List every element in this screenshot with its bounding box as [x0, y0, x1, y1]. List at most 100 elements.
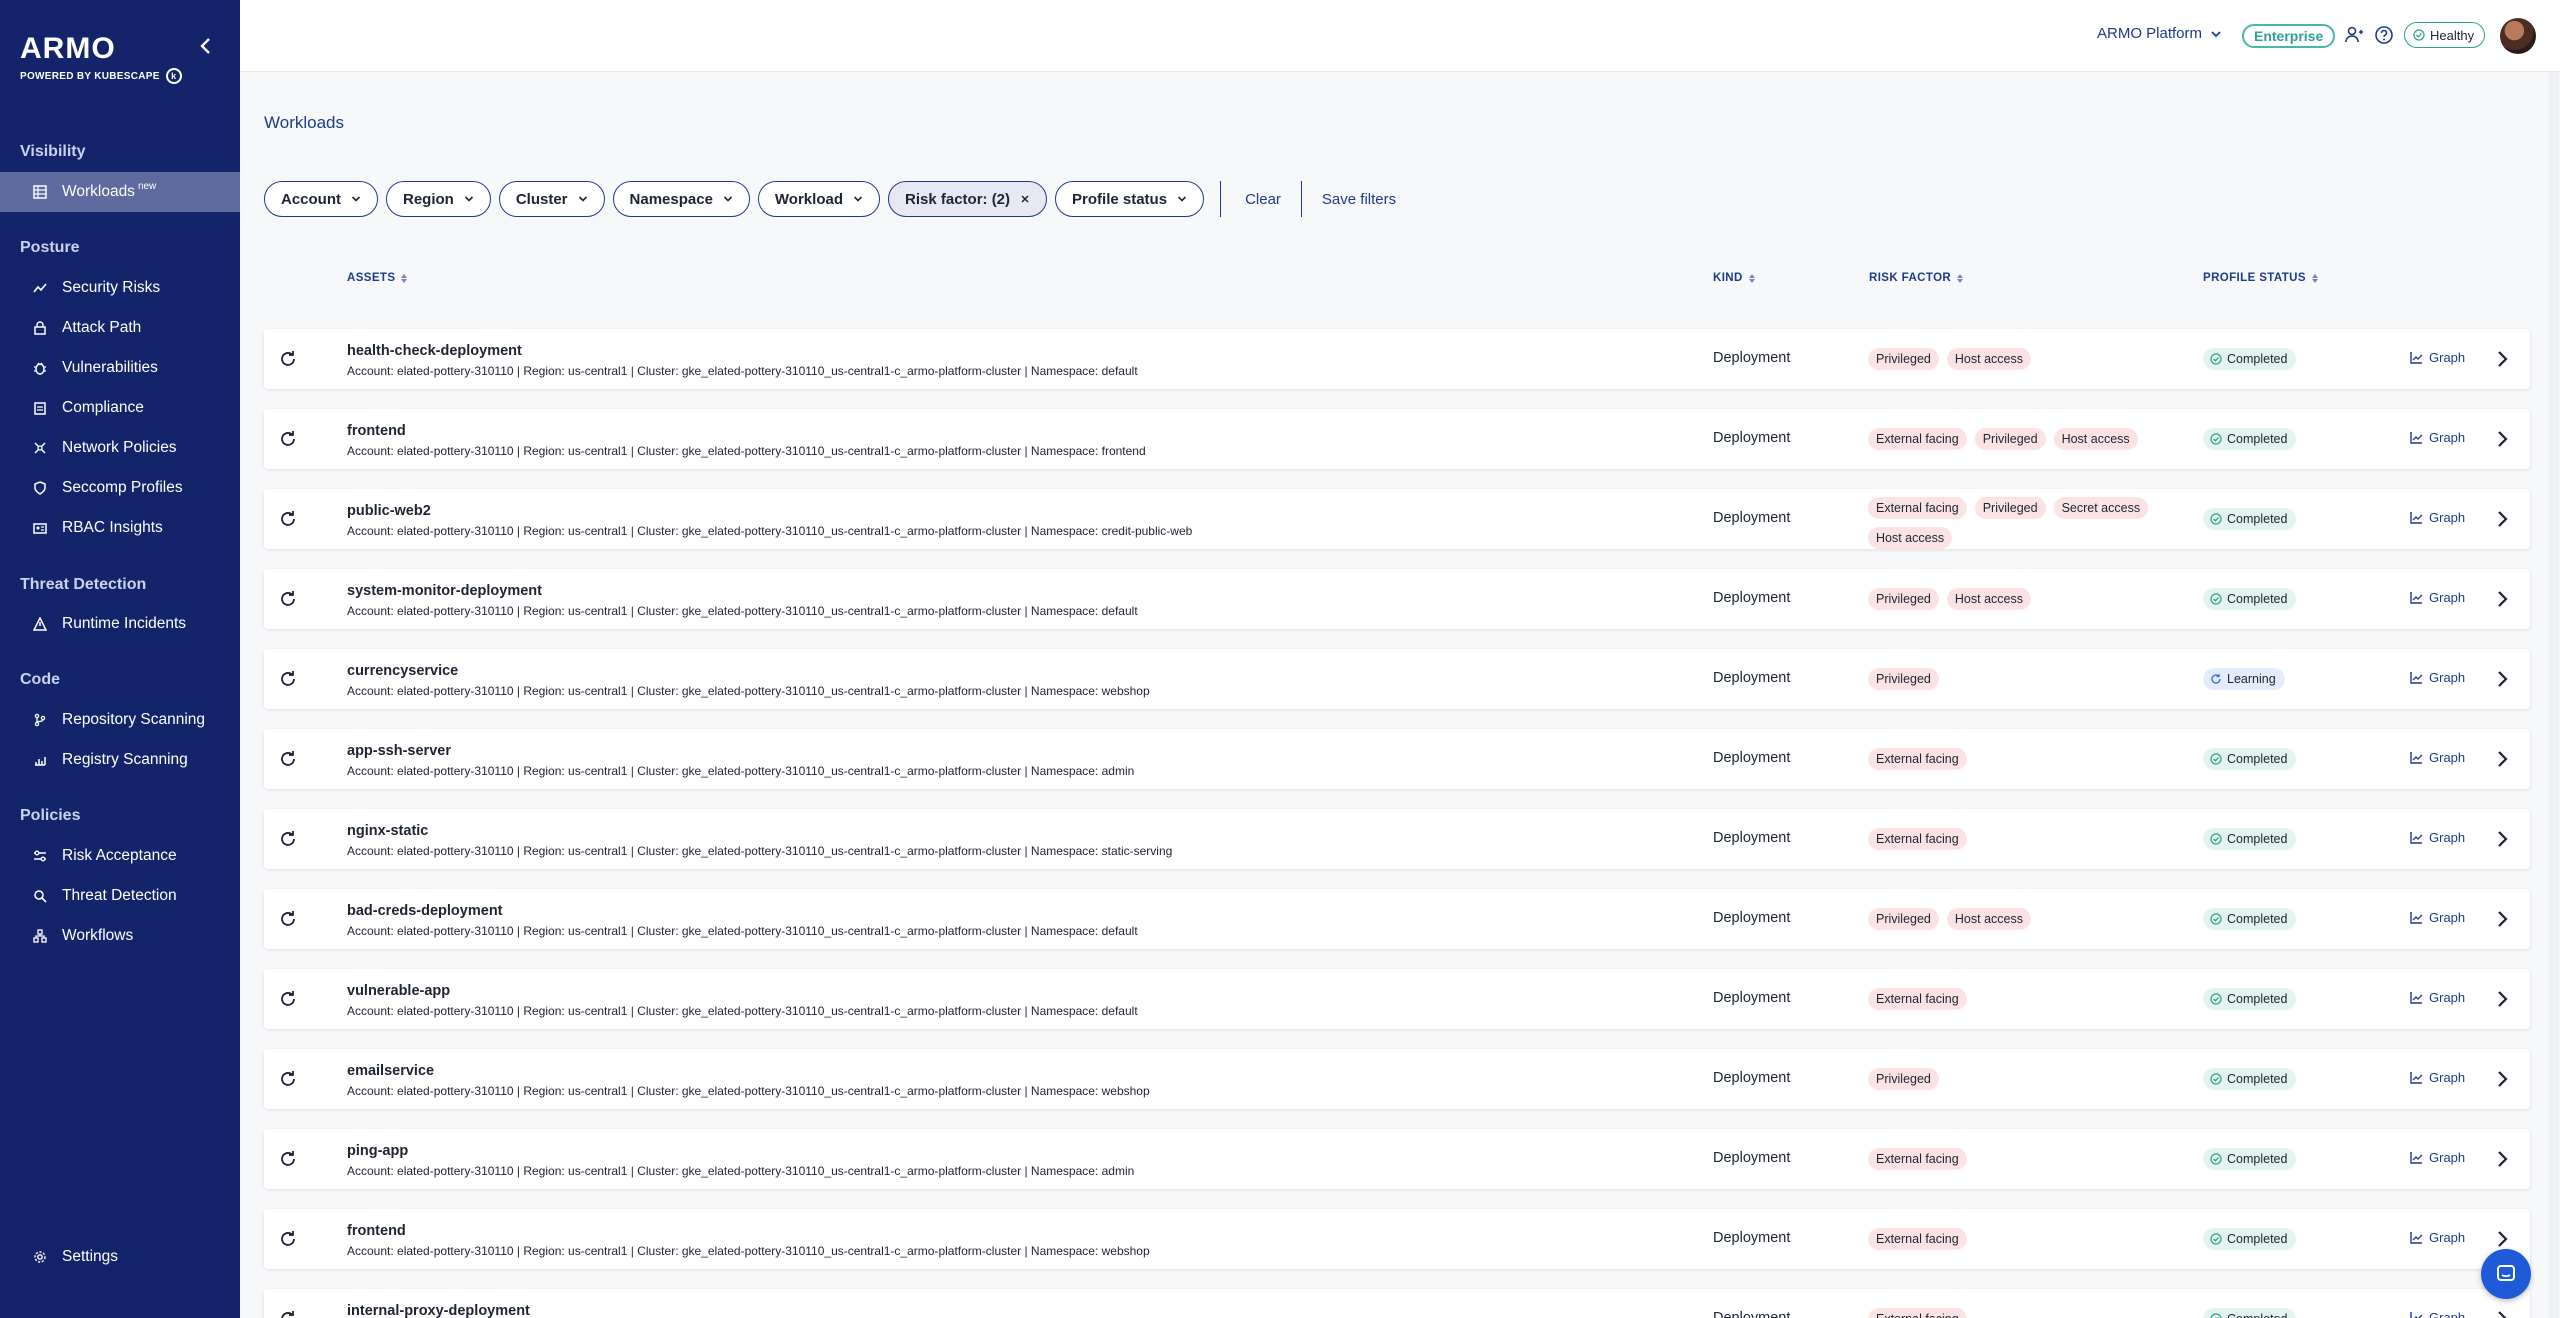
workload-name[interactable]: health-check-deployment — [347, 343, 522, 359]
refresh-icon[interactable] — [278, 1149, 298, 1169]
filter-namespace[interactable]: Namespace — [612, 181, 750, 217]
refresh-icon[interactable] — [278, 429, 298, 449]
sidebar-item-runtime-incidents[interactable]: Runtime Incidents — [0, 604, 240, 644]
graph-link[interactable]: Graph — [2410, 910, 2465, 925]
chevron-right-icon[interactable] — [2492, 1309, 2512, 1318]
workload-name[interactable]: bad-creds-deployment — [347, 903, 503, 919]
graph-link[interactable]: Graph — [2410, 990, 2465, 1005]
workload-name[interactable]: nginx-static — [347, 823, 428, 839]
graph-link[interactable]: Graph — [2410, 1310, 2465, 1318]
clear-filters-button[interactable]: Clear — [1237, 191, 1289, 208]
sidebar-item-repository-scanning[interactable]: Repository Scanning — [0, 700, 240, 740]
column-header-assets[interactable]: ASSETS — [347, 272, 408, 284]
chevron-right-icon[interactable] — [2492, 829, 2512, 849]
column-header-profile-status[interactable]: PROFILE STATUS — [2203, 272, 2318, 284]
scrollbar[interactable] — [2549, 72, 2559, 1318]
filter-workload[interactable]: Workload — [757, 181, 880, 217]
sidebar-item-settings[interactable]: Settings — [0, 1237, 240, 1277]
table-row[interactable]: currencyservice Account: elated-pottery-… — [264, 649, 2530, 709]
refresh-icon[interactable] — [278, 829, 298, 849]
chevron-right-icon[interactable] — [2492, 1149, 2512, 1169]
sidebar-item-rbac-insights[interactable]: RBAC Insights — [0, 508, 240, 548]
table-row[interactable]: health-check-deployment Account: elated-… — [264, 329, 2530, 389]
refresh-icon[interactable] — [278, 349, 298, 369]
sidebar-item-threat-detection-policy[interactable]: Threat Detection — [0, 876, 240, 916]
chevron-right-icon[interactable] — [2492, 749, 2512, 769]
help-icon[interactable] — [2374, 25, 2394, 45]
chevron-left-icon[interactable] — [196, 36, 216, 56]
sidebar-item-workflows[interactable]: Workflows — [0, 916, 240, 956]
workload-name[interactable]: system-monitor-deployment — [347, 583, 542, 599]
sidebar-item-security-risks[interactable]: Security Risks — [0, 268, 240, 308]
sidebar-item-workloads[interactable]: Workloads new — [0, 172, 240, 212]
user-add-icon[interactable] — [2344, 25, 2364, 45]
chevron-right-icon[interactable] — [2492, 1069, 2512, 1089]
table-row[interactable]: nginx-static Account: elated-pottery-310… — [264, 809, 2530, 869]
workload-name[interactable]: public-web2 — [347, 503, 431, 519]
filter-region[interactable]: Region — [386, 181, 491, 217]
chevron-right-icon[interactable] — [2492, 669, 2512, 689]
sidebar-item-attack-path[interactable]: Attack Path — [0, 308, 240, 348]
filter-account[interactable]: Account — [264, 181, 378, 217]
table-row[interactable]: vulnerable-app Account: elated-pottery-3… — [264, 969, 2530, 1029]
table-row[interactable]: public-web2 Account: elated-pottery-3101… — [264, 489, 2530, 549]
workload-name[interactable]: frontend — [347, 423, 406, 439]
refresh-icon[interactable] — [278, 509, 298, 529]
column-header-risk-factor[interactable]: RISK FACTOR — [1869, 272, 1964, 284]
chat-button[interactable] — [2481, 1249, 2531, 1299]
graph-link[interactable]: Graph — [2410, 670, 2465, 685]
refresh-icon[interactable] — [278, 989, 298, 1009]
refresh-icon[interactable] — [278, 669, 298, 689]
chevron-right-icon[interactable] — [2492, 989, 2512, 1009]
sidebar-item-compliance[interactable]: Compliance — [0, 388, 240, 428]
workload-name[interactable]: frontend — [347, 1223, 406, 1239]
graph-link[interactable]: Graph — [2410, 350, 2465, 365]
refresh-icon[interactable] — [278, 1309, 298, 1318]
graph-link[interactable]: Graph — [2410, 1150, 2465, 1165]
table-row[interactable]: frontend Account: elated-pottery-310110 … — [264, 409, 2530, 469]
refresh-icon[interactable] — [278, 749, 298, 769]
filter-cluster[interactable]: Cluster — [498, 181, 605, 217]
graph-link[interactable]: Graph — [2410, 1230, 2465, 1245]
workload-name[interactable]: vulnerable-app — [347, 983, 450, 999]
table-row[interactable]: internal-proxy-deployment Deployment Ext… — [264, 1289, 2530, 1318]
workload-name[interactable]: ping-app — [347, 1143, 408, 1159]
table-row[interactable]: bad-creds-deployment Account: elated-pot… — [264, 889, 2530, 949]
avatar[interactable] — [2500, 18, 2536, 54]
workload-name[interactable]: emailservice — [347, 1063, 434, 1079]
save-filters-button[interactable]: Save filters — [1314, 191, 1404, 208]
sidebar-item-risk-acceptance[interactable]: Risk Acceptance — [0, 836, 240, 876]
workload-name[interactable]: app-ssh-server — [347, 743, 451, 759]
health-status-button[interactable]: Healthy — [2404, 22, 2486, 48]
workload-name[interactable]: internal-proxy-deployment — [347, 1303, 530, 1318]
refresh-icon[interactable] — [278, 1229, 298, 1249]
refresh-icon[interactable] — [278, 1069, 298, 1089]
filter-risk-factor[interactable]: Risk factor: (2) — [888, 181, 1048, 217]
graph-link[interactable]: Graph — [2410, 590, 2465, 605]
workload-name[interactable]: currencyservice — [347, 663, 458, 679]
table-row[interactable]: system-monitor-deployment Account: elate… — [264, 569, 2530, 629]
sidebar-item-vulnerabilities[interactable]: Vulnerabilities — [0, 348, 240, 388]
table-row[interactable]: ping-app Account: elated-pottery-310110 … — [264, 1129, 2530, 1189]
chevron-right-icon[interactable] — [2492, 589, 2512, 609]
graph-link[interactable]: Graph — [2410, 750, 2465, 765]
refresh-icon[interactable] — [278, 909, 298, 929]
sidebar-item-seccomp-profiles[interactable]: Seccomp Profiles — [0, 468, 240, 508]
chevron-right-icon[interactable] — [2492, 909, 2512, 929]
chevron-right-icon[interactable] — [2492, 349, 2512, 369]
table-row[interactable]: frontend Account: elated-pottery-310110 … — [264, 1209, 2530, 1269]
chevron-right-icon[interactable] — [2492, 429, 2512, 449]
refresh-icon[interactable] — [278, 589, 298, 609]
graph-link[interactable]: Graph — [2410, 830, 2465, 845]
graph-link[interactable]: Graph — [2410, 1070, 2465, 1085]
table-row[interactable]: emailservice Account: elated-pottery-310… — [264, 1049, 2530, 1109]
graph-link[interactable]: Graph — [2410, 430, 2465, 445]
platform-selector[interactable]: ARMO Platform — [2097, 25, 2222, 42]
table-row[interactable]: app-ssh-server Account: elated-pottery-3… — [264, 729, 2530, 789]
filter-profile-status[interactable]: Profile status — [1055, 181, 1205, 217]
sidebar-item-registry-scanning[interactable]: Registry Scanning — [0, 740, 240, 780]
column-header-kind[interactable]: KIND — [1713, 272, 1755, 284]
graph-link[interactable]: Graph — [2410, 510, 2465, 525]
chevron-right-icon[interactable] — [2492, 1229, 2512, 1249]
close-icon[interactable] — [1020, 194, 1030, 204]
